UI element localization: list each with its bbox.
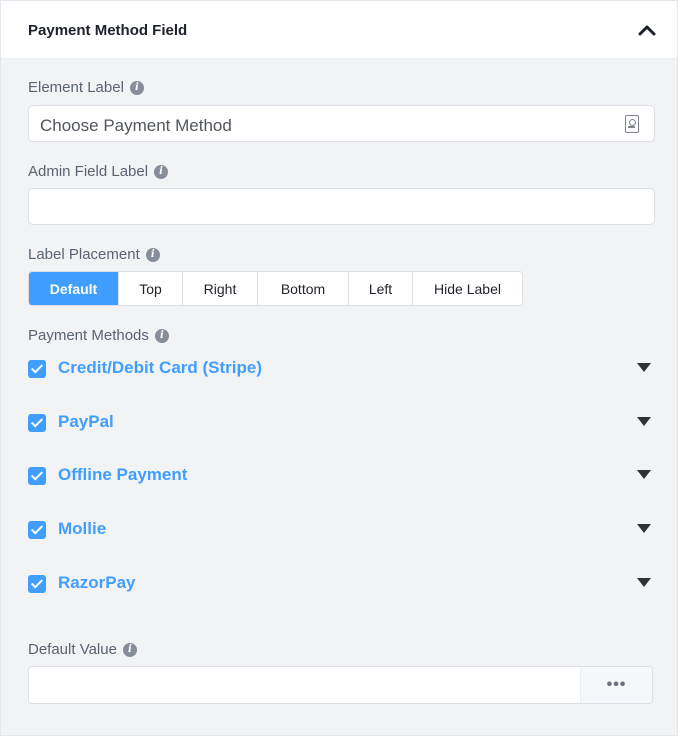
payment-method-razorpay[interactable]: RazorPay (28, 572, 653, 596)
payment-methods-text: Payment Methods (28, 327, 149, 344)
default-value-input[interactable]: ••• (28, 666, 653, 704)
placement-left-button[interactable]: Left (349, 272, 413, 305)
settings-panel: Payment Method Field Element Label i Cho… (0, 0, 678, 736)
payment-method-label[interactable]: Credit/Debit Card (Stripe) (58, 358, 262, 378)
caret-down-icon[interactable] (637, 524, 651, 533)
placement-bottom-button[interactable]: Bottom (258, 272, 349, 305)
label-placement-heading: Label Placement i (28, 246, 160, 263)
chevron-up-icon[interactable] (638, 23, 656, 37)
checkbox-checked[interactable] (28, 467, 46, 485)
more-options-button[interactable]: ••• (580, 667, 652, 703)
info-icon[interactable]: i (145, 247, 160, 262)
info-icon[interactable]: i (129, 80, 144, 95)
admin-field-label-text: Admin Field Label (28, 163, 149, 180)
label-placement-text: Label Placement (28, 246, 140, 263)
payment-method-paypal[interactable]: PayPal (28, 411, 653, 435)
caret-down-icon[interactable] (637, 470, 651, 479)
caret-down-icon[interactable] (637, 417, 651, 426)
checkbox-checked[interactable] (28, 521, 46, 539)
payment-method-label[interactable]: PayPal (58, 412, 114, 432)
admin-field-label-input[interactable] (28, 188, 655, 225)
placement-right-button[interactable]: Right (183, 272, 258, 305)
label-placement-group: Default Top Right Bottom Left Hide Label (28, 271, 523, 306)
admin-field-label-heading: Admin Field Label i (28, 163, 169, 180)
element-label-heading: Element Label i (28, 79, 144, 96)
placement-default-button[interactable]: Default (29, 272, 119, 305)
default-value-heading: Default Value i (28, 641, 137, 658)
info-icon[interactable]: i (154, 164, 169, 179)
element-label-input[interactable]: Choose Payment Method (28, 105, 655, 142)
caret-down-icon[interactable] (637, 363, 651, 372)
payment-method-label[interactable]: RazorPay (58, 573, 135, 593)
placement-top-button[interactable]: Top (119, 272, 183, 305)
element-label-text: Element Label (28, 79, 124, 96)
checkbox-checked[interactable] (28, 360, 46, 378)
payment-methods-heading: Payment Methods i (28, 327, 169, 344)
payment-method-mollie[interactable]: Mollie (28, 518, 653, 542)
panel-title: Payment Method Field (28, 22, 188, 39)
panel-header[interactable]: Payment Method Field (1, 1, 677, 59)
checkbox-checked[interactable] (28, 414, 46, 432)
payment-method-offline[interactable]: Offline Payment (28, 464, 653, 488)
caret-down-icon[interactable] (637, 578, 651, 587)
placement-hide-label-button[interactable]: Hide Label (413, 272, 522, 305)
element-label-value: Choose Payment Method (40, 116, 232, 135)
payment-method-stripe[interactable]: Credit/Debit Card (Stripe) (28, 357, 653, 381)
info-icon[interactable]: i (122, 642, 137, 657)
default-value-text: Default Value (28, 641, 117, 658)
shortcode-icon[interactable] (625, 115, 639, 133)
payment-method-label[interactable]: Mollie (58, 519, 106, 539)
payment-method-label[interactable]: Offline Payment (58, 465, 187, 485)
checkbox-checked[interactable] (28, 575, 46, 593)
info-icon[interactable]: i (154, 328, 169, 343)
